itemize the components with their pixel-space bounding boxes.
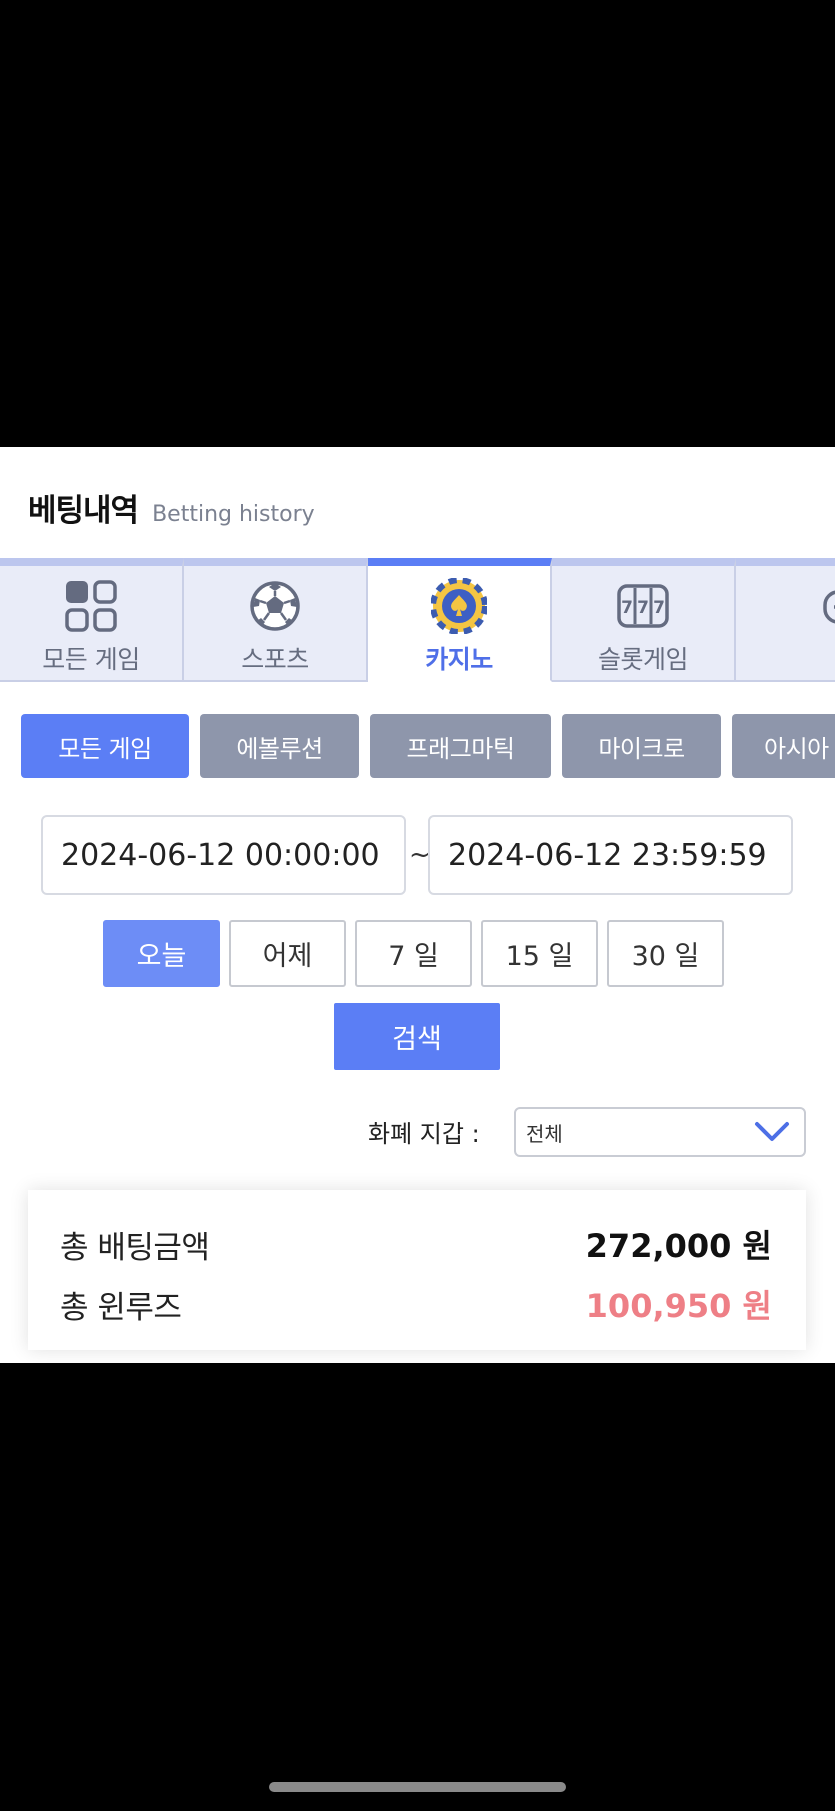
chevron-down-icon (755, 1122, 789, 1141)
wallet-selected-value: 전체 (526, 1121, 563, 1146)
period-yesterday-button[interactable]: 어제 (229, 920, 346, 987)
svg-text:7: 7 (621, 598, 633, 618)
page-subtitle: Betting history (152, 502, 315, 527)
total-winloss-value: 100,950 원 (585, 1287, 772, 1325)
casino-chip-icon (431, 578, 487, 634)
betting-summary: 총 배팅금액 272,000 원 총 윈루즈 100,950 원 (28, 1190, 806, 1350)
category-tab-label: 카지노 (425, 645, 493, 674)
svg-text:7: 7 (653, 598, 665, 618)
period-15-days-button[interactable]: 15 일 (481, 920, 598, 987)
total-winloss-row: 총 윈루즈 100,950 원 (60, 1281, 772, 1327)
gamepad-icon (822, 578, 835, 634)
period-7-days-button[interactable]: 7 일 (355, 920, 472, 987)
soccer-ball-icon (247, 578, 303, 634)
category-tab-sports[interactable]: 스포츠 (184, 558, 368, 682)
page-title: 베팅내역 (28, 493, 139, 529)
search-button[interactable]: 검색 (334, 1003, 500, 1070)
total-bet-row: 총 배팅금액 272,000 원 (60, 1221, 772, 1267)
page-header: 베팅내역 Betting history (28, 485, 315, 530)
home-indicator[interactable] (269, 1782, 566, 1792)
start-date-input[interactable]: 2024-06-12 00:00:00 (41, 815, 406, 895)
category-tab-label: 스포츠 (241, 645, 309, 674)
end-date-input[interactable]: 2024-06-12 23:59:59 (428, 815, 793, 895)
category-tab-slot-games[interactable]: 7 7 7 슬롯게임 (552, 558, 736, 682)
provider-tab-evolution[interactable]: 에볼루션 (200, 714, 359, 778)
provider-tab-all[interactable]: 모든 게임 (21, 714, 189, 778)
category-tab-mini[interactable]: 미니 (736, 558, 835, 682)
wallet-label: 화폐 지갑 : (368, 1120, 480, 1148)
period-today-button[interactable]: 오늘 (103, 920, 220, 987)
slot-machine-icon: 7 7 7 (615, 578, 671, 634)
grid-icon (63, 578, 119, 634)
category-tab-label: 슬롯게임 (597, 645, 689, 674)
category-tabs: 모든 게임 스포츠 카지노 7 7 7 슬롯게임 (0, 558, 835, 682)
betting-history-panel: 베팅내역 Betting history 모든 게임 스포츠 카지노 7 7 7… (0, 447, 835, 1363)
wallet-select[interactable]: 전체 (514, 1107, 806, 1157)
provider-tab-pragmatic[interactable]: 프래그마틱 (370, 714, 551, 778)
total-bet-label: 총 배팅금액 (60, 1229, 210, 1266)
period-30-days-button[interactable]: 30 일 (607, 920, 724, 987)
period-buttons: 오늘 어제 7 일 15 일 30 일 (103, 920, 724, 987)
provider-tabs: 모든 게임 에볼루션 프래그마틱 마이크로 아시아 (21, 714, 835, 778)
svg-text:7: 7 (637, 598, 649, 618)
category-tab-label: 모든 게임 (42, 645, 140, 674)
provider-tab-micro[interactable]: 마이크로 (562, 714, 721, 778)
category-tab-all-games[interactable]: 모든 게임 (0, 558, 184, 682)
category-tab-casino[interactable]: 카지노 (368, 558, 552, 682)
total-winloss-label: 총 윈루즈 (60, 1289, 182, 1326)
total-bet-value: 272,000 원 (585, 1227, 772, 1265)
provider-tab-asia[interactable]: 아시아 (732, 714, 835, 778)
